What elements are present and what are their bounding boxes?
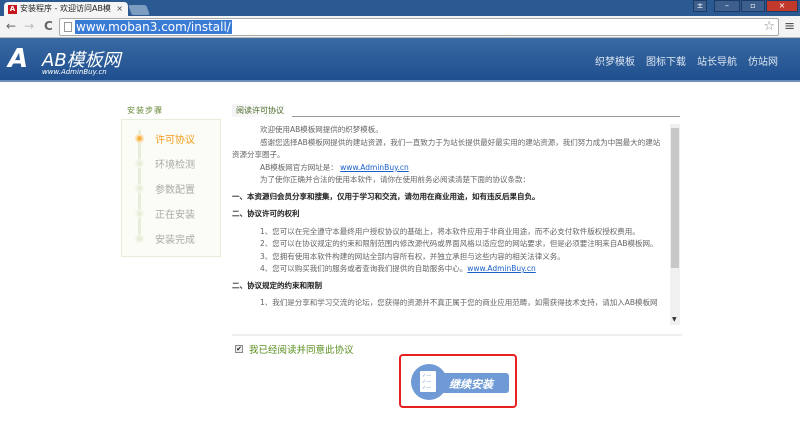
para: 欢迎使用AB模板网提供的织梦模板。 bbox=[260, 125, 383, 134]
list-item: 4、您可以购买我们的服务或者查询我们提供的自助服务中心。www.AdminBuy… bbox=[232, 263, 668, 276]
continue-install-button[interactable]: ✓— ✓— ✓— 继续安装 bbox=[411, 364, 509, 400]
tab-close-icon[interactable]: × bbox=[116, 2, 123, 16]
step-label: 许可协议 bbox=[155, 135, 195, 146]
checklist-line: ✓— bbox=[422, 385, 432, 391]
url-text[interactable]: www.moban3.com/install/ bbox=[75, 20, 232, 34]
step-label: 安装完成 bbox=[155, 235, 195, 246]
step-label: 环境检测 bbox=[155, 160, 195, 171]
install-steps: 许可协议 环境检测 参数配置 正在安装 安装完成 bbox=[121, 119, 221, 257]
maximize-button[interactable]: ▫ bbox=[741, 0, 765, 12]
agreement-scrollbar[interactable]: ▼ bbox=[670, 124, 680, 325]
scroll-down-arrow-icon[interactable]: ▼ bbox=[672, 316, 677, 323]
menu-icon[interactable]: ≡ bbox=[784, 19, 795, 34]
nav-link[interactable]: 站长导航 bbox=[697, 53, 737, 68]
section-heading: 一、本资源归会员分享和搜集，仅用于学习和交流，请勿用在商业用途，如有违反后果自负… bbox=[232, 191, 540, 201]
page-icon bbox=[64, 22, 72, 32]
step-dot-icon bbox=[135, 184, 144, 193]
logo-mark: A bbox=[8, 44, 29, 74]
new-tab-button[interactable] bbox=[128, 5, 150, 15]
nav-link[interactable]: 仿站网 bbox=[748, 53, 778, 68]
nav-link[interactable]: 图标下载 bbox=[646, 53, 686, 68]
agreement-title: 阅读许可协议 bbox=[232, 104, 292, 117]
step-license: 许可协议 bbox=[133, 130, 218, 146]
continue-install-label: 继续安装 bbox=[449, 378, 493, 391]
para-text: AB模板网官方网址是： bbox=[260, 162, 338, 172]
para: 为了使你正确并合法的使用本软件，请你在使用前务必阅读清楚下面的协议条款： bbox=[260, 175, 530, 184]
step-dot-icon bbox=[135, 134, 144, 143]
back-button[interactable]: ← bbox=[6, 19, 16, 33]
browser-toolbar: ← → C www.moban3.com/install/ ☆ ≡ bbox=[0, 16, 800, 38]
window-controls: ± – ▫ × bbox=[693, 0, 798, 12]
step-config: 参数配置 bbox=[133, 180, 218, 196]
list-item: 2、您可以在协议规定的约束和限制范围内修改源代码或界面风格以适应您的网站要求，但… bbox=[260, 239, 658, 248]
tab-title: 安装程序 - 欢迎访问AB模 bbox=[20, 4, 111, 13]
list-item: 1、您可以在完全遵守本最终用户授权协议的基础上，将本软件应用于非商业用途，而不必… bbox=[260, 226, 640, 236]
step-installing: 正在安装 bbox=[133, 205, 218, 221]
reload-button[interactable]: C bbox=[44, 19, 53, 33]
agreement-title-bar: 阅读许可协议 bbox=[232, 104, 680, 117]
agree-row: ✔ 我已经阅读并同意此协议 bbox=[235, 342, 354, 356]
scrollbar-thumb[interactable] bbox=[671, 128, 679, 268]
step-label: 正在安装 bbox=[155, 210, 195, 221]
step-dot-icon bbox=[135, 159, 144, 168]
browser-tab-bar: A 安装程序 - 欢迎访问AB模 × ± – ▫ × bbox=[0, 0, 800, 16]
user-icon[interactable]: ± bbox=[693, 0, 707, 12]
step-dot-icon bbox=[135, 234, 144, 243]
close-window-button[interactable]: × bbox=[766, 0, 798, 12]
browser-tab[interactable]: A 安装程序 - 欢迎访问AB模 × bbox=[4, 2, 128, 16]
step-label: 参数配置 bbox=[155, 185, 195, 196]
list-item: 1、我们是分享和学习交流的论坛，您获得的资源并不真正属于您的商业应用范畴，如需获… bbox=[260, 298, 658, 307]
divider bbox=[232, 334, 682, 336]
address-bar[interactable]: www.moban3.com/install/ ☆ bbox=[59, 18, 779, 36]
checklist-icon: ✓— ✓— ✓— bbox=[420, 371, 436, 392]
header-nav: 织梦模板 图标下载 站长导航 仿站网 bbox=[595, 53, 778, 68]
para: 感谢您选择AB模板网提供的建站资源，我们一直致力于为站长提供最好最实用的建站资源… bbox=[260, 137, 661, 147]
minimize-button[interactable]: – bbox=[714, 0, 740, 12]
section-heading: 二、协议规定的约束和限制 bbox=[232, 280, 322, 290]
section-heading: 二、协议许可的权利 bbox=[232, 209, 300, 218]
step-env-check: 环境检测 bbox=[133, 155, 218, 171]
agree-checkbox[interactable]: ✔ bbox=[235, 345, 243, 353]
list-item: 3、您拥有使用本软件构建的网站全部内容所有权，并独立承担与这些内容的相关法律义务… bbox=[260, 251, 565, 261]
list-text: 4、您可以购买我们的服务或者查询我们提供的自助服务中心。 bbox=[260, 264, 468, 273]
continue-highlight: ✓— ✓— ✓— 继续安装 bbox=[399, 354, 517, 408]
forward-button[interactable]: → bbox=[24, 19, 34, 33]
site-header: A AB模板网 www.AdminBuy.cn 织梦模板 图标下载 站长导航 仿… bbox=[0, 38, 800, 82]
service-center-link[interactable]: www.AdminBuy.cn bbox=[467, 264, 536, 273]
agree-label[interactable]: 我已经阅读并同意此协议 bbox=[249, 342, 354, 356]
logo-sub: www.AdminBuy.cn bbox=[42, 68, 107, 76]
step-dot-icon bbox=[135, 209, 144, 218]
favicon-icon: A bbox=[8, 5, 17, 14]
agreement-text: 欢迎使用AB模板网提供的织梦模板。 感谢您选择AB模板网提供的建站资源，我们一直… bbox=[232, 124, 668, 324]
nav-link[interactable]: 织梦模板 bbox=[595, 53, 635, 68]
step-complete: 安装完成 bbox=[133, 230, 218, 246]
official-site-link[interactable]: www.AdminBuy.cn bbox=[340, 163, 409, 172]
bookmark-star-icon[interactable]: ☆ bbox=[763, 19, 775, 34]
steps-title: 安装步骤 bbox=[127, 106, 163, 115]
para: AB模板网官方网址是： www.AdminBuy.cn bbox=[232, 162, 668, 175]
para: 资源分享圈子。 bbox=[232, 150, 285, 159]
